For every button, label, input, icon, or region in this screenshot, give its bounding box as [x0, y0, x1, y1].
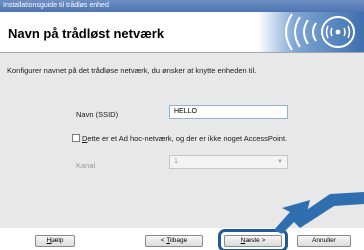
instruction-text: Konfigurer navnet på det trådløse netvær… — [7, 66, 257, 75]
ssid-input[interactable]: HELLO — [169, 105, 288, 119]
wizard-header: Navn på trådløst netværk — [0, 12, 364, 52]
channel-select[interactable]: 1 ▼ — [169, 155, 288, 169]
next-label: æste > — [245, 237, 266, 244]
channel-value: 1 — [174, 158, 178, 165]
cancel-button[interactable]: Annuller — [297, 235, 351, 247]
ssid-label: Navn (SSID) — [76, 110, 119, 119]
next-button[interactable]: Næste > — [224, 235, 282, 247]
help-label: jælp — [51, 237, 64, 244]
adhoc-checkbox-label[interactable]: Dette er et Ad hoc-netværk, og der er ik… — [82, 134, 287, 143]
channel-label: Kanal — [76, 161, 96, 170]
page-title: Navn på trådløst netværk — [8, 26, 165, 41]
arrow-pointer-icon — [274, 192, 364, 234]
window-title: Installationsguide til trådløs enhed — [0, 0, 364, 12]
wireless-waves-icon — [258, 12, 364, 52]
help-button[interactable]: Hjælp — [35, 235, 75, 247]
adhoc-checkbox[interactable] — [72, 134, 80, 142]
adhoc-label-text: ette er et Ad hoc-netværk, og der er ikk… — [87, 134, 288, 143]
chevron-down-icon: ▼ — [277, 159, 283, 165]
back-label: ilbage — [169, 237, 188, 244]
back-button[interactable]: < Tilbage — [145, 235, 203, 247]
